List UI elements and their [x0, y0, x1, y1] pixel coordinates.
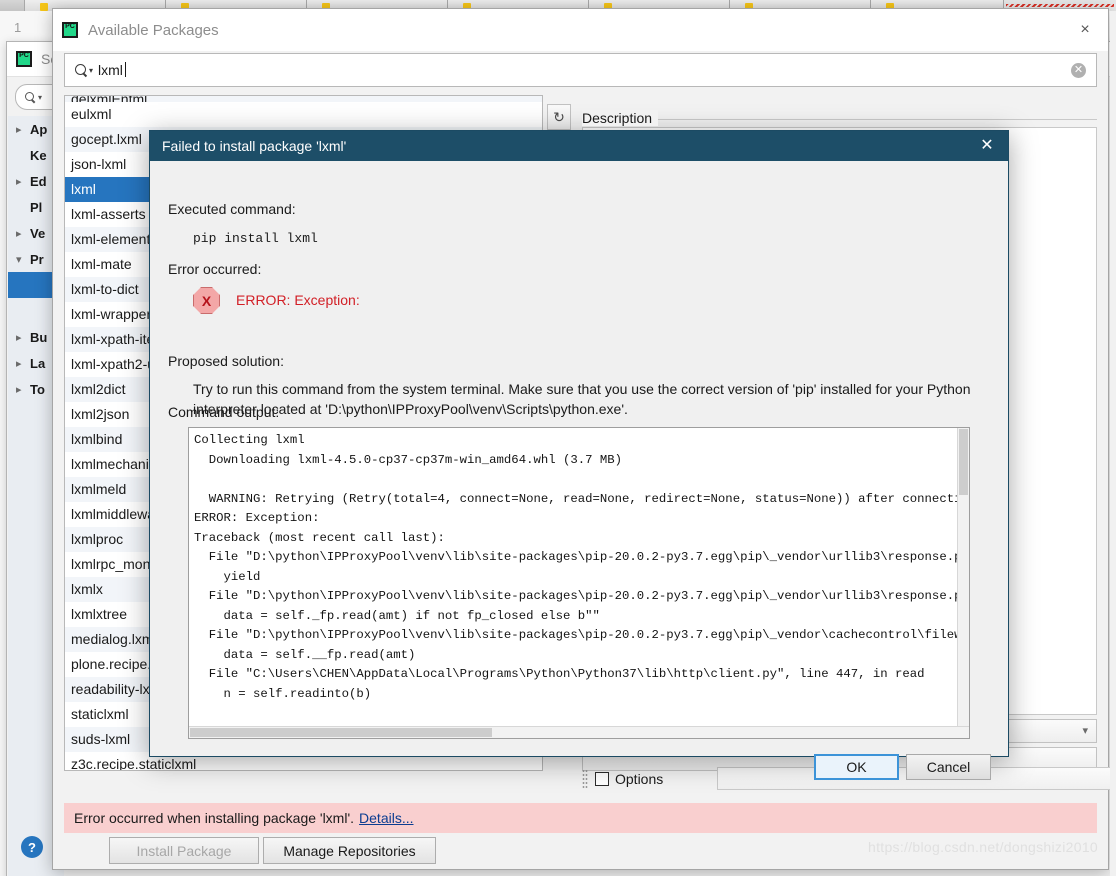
console-vertical-scroll-thumb[interactable] [959, 429, 968, 495]
error-occurred-label: Error occurred: [168, 261, 262, 277]
error-strip-message: Error occurred when installing package '… [74, 810, 355, 826]
chevron-right-icon: ▸ [16, 331, 22, 344]
options-grip-icon [582, 769, 588, 789]
page-scrollbar[interactable] [1110, 11, 1116, 876]
proposed-solution-text: Try to run this command from the system … [193, 381, 971, 417]
command-output-label: Command output: [168, 404, 280, 420]
chevron-down-icon: ▾ [16, 253, 22, 266]
chevron-right-icon: ▸ [16, 383, 22, 396]
console-horizontal-scroll-thumb[interactable] [190, 728, 492, 737]
details-link[interactable]: Details... [359, 810, 413, 826]
chevron-right-icon: ▸ [16, 357, 22, 370]
settings-tree-item-label: Ap [30, 121, 48, 137]
dialog-title: Available Packages [88, 21, 219, 39]
options-checkbox[interactable] [595, 772, 609, 786]
chevron-down-icon: ▾ [38, 92, 43, 102]
chevron-right-icon: ▸ [16, 227, 22, 240]
description-rule [582, 119, 1097, 120]
options-label: Options [615, 771, 664, 787]
pycharm-logo-icon [16, 51, 32, 67]
failed-install-dialog: Failed to install package 'lxml' ✕ Execu… [149, 130, 1009, 780]
ok-button[interactable]: OK [814, 754, 899, 780]
chevron-right-icon: ▸ [16, 175, 22, 188]
command-output-text: Collecting lxml Downloading lxml-4.5.0-c… [194, 433, 970, 701]
proposed-solution-label: Proposed solution: [168, 353, 284, 369]
error-strip: Error occurred when installing package '… [64, 803, 1097, 833]
close-icon[interactable]: ✕ [978, 137, 996, 155]
list-item[interactable]: eulxml [65, 102, 542, 127]
package-search-input[interactable]: ▾ lxml ✕ [64, 53, 1097, 87]
failed-install-body: Executed command: pip install lxml Error… [150, 161, 1008, 780]
settings-tree-item-label: Bu [30, 329, 48, 345]
manage-repositories-button[interactable]: Manage Repositories [263, 837, 436, 864]
console-horizontal-scrollbar[interactable] [189, 726, 969, 738]
install-package-button[interactable]: Install Package [109, 837, 259, 864]
screen-root: 1 Se ▾ ▸ Ap Ke ▸ Ed [0, 0, 1116, 876]
tab-favicon-icon [40, 3, 48, 11]
description-label: Description [582, 110, 659, 126]
editor-line-number: 1 [14, 20, 22, 35]
cancel-button[interactable]: Cancel [906, 754, 991, 780]
console-vertical-scrollbar[interactable] [957, 428, 969, 738]
error-x-icon: X [193, 287, 220, 314]
failed-install-title: Failed to install package 'lxml' [162, 138, 347, 154]
chevron-down-icon: ▾ [89, 65, 94, 75]
options-row: Options [582, 767, 663, 791]
search-icon [75, 63, 88, 77]
error-message: ERROR: Exception: [236, 292, 360, 308]
settings-tree-item-label: Pr [30, 251, 44, 267]
watermark: https://blog.csdn.net/dongshizi2010 [868, 839, 1098, 855]
available-packages-titlebar: Available Packages × [53, 9, 1108, 51]
package-search-value: lxml [98, 62, 126, 78]
settings-tree-item-label: To [30, 381, 45, 397]
chevron-down-icon: ▾ [1082, 725, 1088, 737]
failed-install-titlebar: Failed to install package 'lxml' ✕ [150, 131, 1008, 161]
settings-tree-item-label: Ve [30, 225, 46, 241]
settings-tree-item-label: La [30, 355, 46, 371]
settings-tree-item-label: Ke [30, 147, 47, 163]
command-output-console[interactable]: Collecting lxml Downloading lxml-4.5.0-c… [188, 427, 970, 739]
executed-command-label: Executed command: [168, 201, 296, 217]
chevron-right-icon: ▸ [16, 123, 22, 136]
pycharm-logo-icon [62, 22, 78, 38]
close-icon[interactable]: × [1076, 21, 1094, 39]
refresh-icon[interactable]: ↻ [547, 104, 571, 130]
settings-tree-item-label: Ed [30, 173, 47, 189]
settings-tree-item-label: Pl [30, 199, 43, 215]
help-button[interactable]: ? [21, 836, 43, 858]
executed-command-value: pip install lxml [193, 231, 318, 246]
search-icon [25, 91, 36, 103]
clear-search-icon[interactable]: ✕ [1071, 63, 1086, 78]
